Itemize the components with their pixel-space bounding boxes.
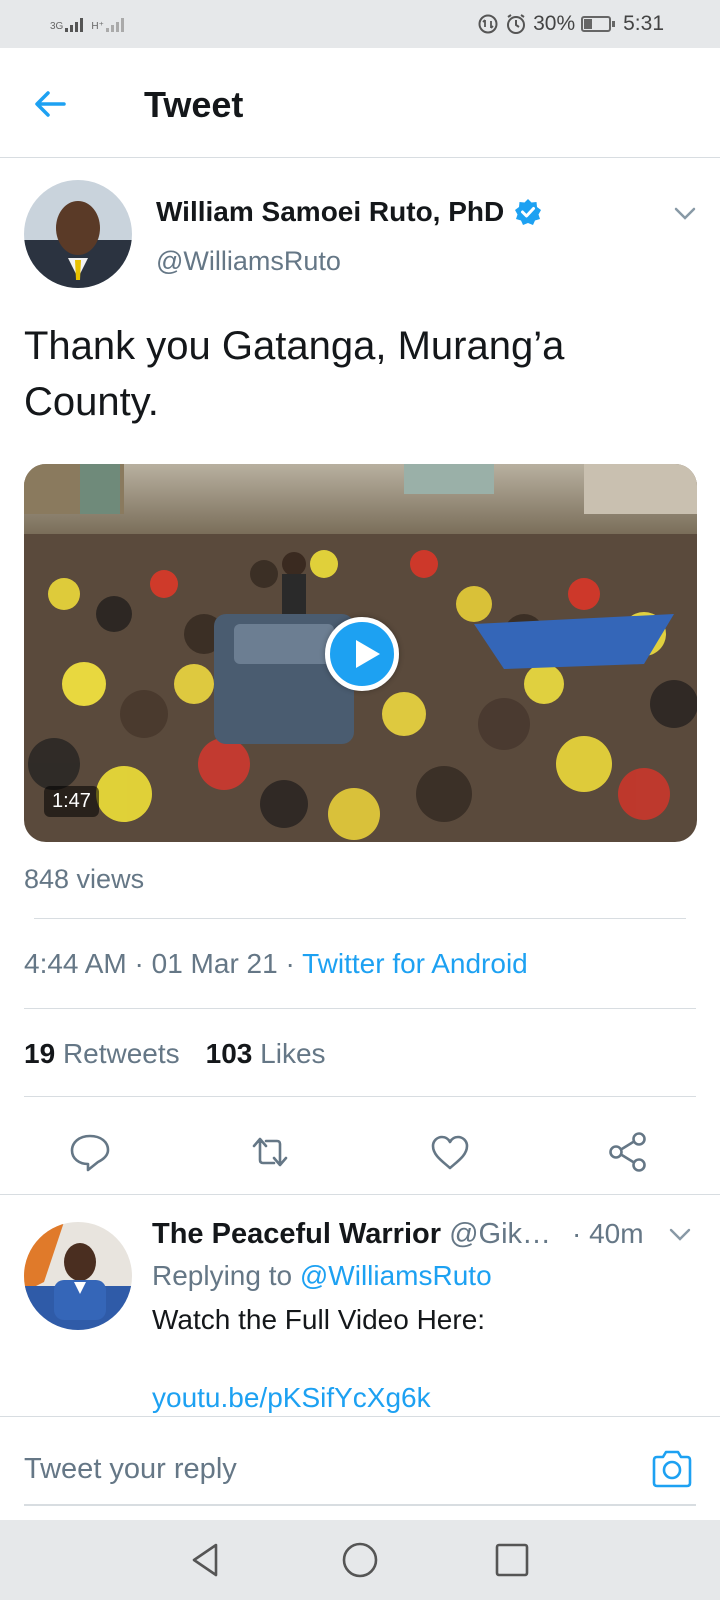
- nav-back-icon[interactable]: [186, 1540, 226, 1580]
- battery-percent: 30%: [533, 12, 576, 35]
- reply-author-name: The Peaceful Warrior: [152, 1218, 442, 1250]
- replying-to-mention[interactable]: @WilliamsRuto: [300, 1260, 492, 1291]
- likes-count: 103: [205, 1038, 253, 1069]
- replying-to-prefix: Replying to: [152, 1260, 293, 1291]
- chevron-down-icon[interactable]: [668, 1222, 692, 1246]
- author-name-text: William Samoei Ruto, PhD: [156, 196, 505, 227]
- engagement-stats: 19 Retweets 103 Likes: [24, 1038, 326, 1070]
- replying-to: Replying to @WilliamsRuto: [152, 1260, 492, 1292]
- reply-author-avatar[interactable]: [24, 1222, 132, 1330]
- nav-home-icon[interactable]: [340, 1540, 380, 1580]
- separator: ·: [134, 948, 152, 979]
- reply-time: · 40m: [572, 1218, 644, 1249]
- data-saver-icon: [478, 14, 498, 34]
- chevron-down-icon[interactable]: [672, 200, 698, 226]
- like-icon[interactable]: [428, 1130, 472, 1174]
- divider: [34, 918, 686, 919]
- clock: 5:31: [623, 12, 664, 35]
- author-handle[interactable]: @WilliamsRuto: [156, 246, 341, 277]
- tweet-meta: 4:44 AM · 01 Mar 21 · Twitter for Androi…: [24, 948, 528, 980]
- nav-recents-icon[interactable]: [492, 1540, 532, 1580]
- video-duration: 1:47: [44, 786, 99, 817]
- system-nav-bar: [0, 1520, 720, 1600]
- signal-indicators: 3G H⁺: [50, 16, 124, 32]
- tweet-time: 4:44 AM: [24, 948, 127, 979]
- tweet-actions: [0, 1110, 720, 1190]
- status-bar: 3G H⁺ 30% 5:31: [0, 0, 720, 48]
- reply-author-handle: @Gik…: [449, 1218, 552, 1250]
- retweets-label: Retweets: [62, 1038, 180, 1069]
- status-right: 30% 5:31: [477, 12, 664, 36]
- view-count: 848 views: [24, 864, 145, 894]
- retweets-count: 19: [24, 1038, 56, 1069]
- verified-badge-icon: [515, 199, 542, 225]
- app-header: Tweet: [0, 48, 720, 158]
- signal-1: 3G: [50, 16, 84, 32]
- network-type-label: H⁺: [91, 21, 104, 32]
- tweet-source-link[interactable]: Twitter for Android: [302, 948, 528, 979]
- likes-label: Likes: [260, 1038, 326, 1069]
- back-arrow-icon[interactable]: [30, 84, 70, 124]
- reply-input[interactable]: Tweet your reply: [24, 1453, 237, 1486]
- reply-link[interactable]: youtu.be/pKSifYcXg6k: [152, 1382, 431, 1414]
- page-title: Tweet: [144, 84, 244, 125]
- camera-icon[interactable]: [650, 1447, 694, 1491]
- alarm-icon: [507, 14, 526, 34]
- divider: [0, 1194, 720, 1195]
- signal-bars-icon: [105, 16, 124, 32]
- divider: [24, 1008, 696, 1009]
- author-avatar[interactable]: [24, 180, 132, 288]
- retweets-stat[interactable]: 19 Retweets: [24, 1038, 180, 1070]
- reply-text: Watch the Full Video Here:: [152, 1304, 486, 1335]
- signal-bars-icon: [65, 16, 84, 32]
- play-button[interactable]: [325, 617, 399, 691]
- composer-underline: [24, 1504, 696, 1506]
- separator: ·: [285, 948, 303, 979]
- signal-2: H⁺: [91, 16, 124, 32]
- reply-icon[interactable]: [68, 1130, 112, 1174]
- network-type-label: 3G: [50, 21, 64, 32]
- reply-author[interactable]: The Peaceful Warrior @Gik…: [152, 1218, 551, 1251]
- retweet-icon[interactable]: [248, 1130, 292, 1174]
- tweet-date: 01 Mar 21: [151, 948, 278, 979]
- share-icon[interactable]: [606, 1130, 650, 1174]
- battery-icon: [581, 16, 616, 32]
- divider: [24, 1096, 696, 1097]
- tweet-text: Thank you Gatanga, Murang’a County.: [24, 324, 565, 424]
- likes-stat[interactable]: 103 Likes: [206, 1038, 326, 1070]
- author-name[interactable]: William Samoei Ruto, PhD: [156, 196, 542, 228]
